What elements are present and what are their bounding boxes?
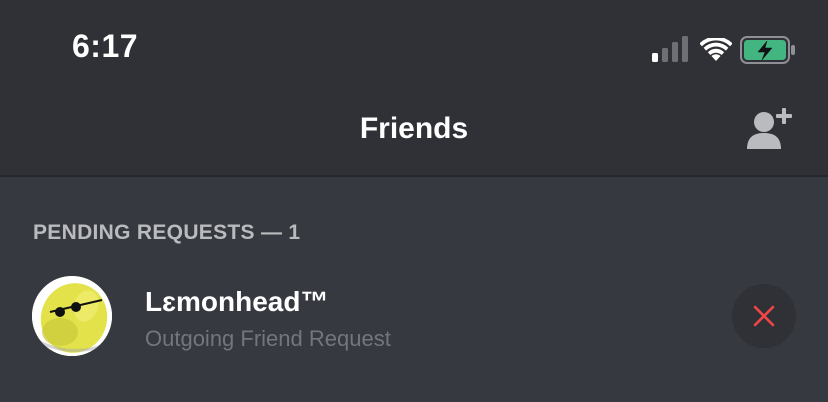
friends-screen: 6:17 Friends PENDING REQUESTS — 1 Lɛmonh… [0, 0, 828, 402]
pending-requests-header: PENDING REQUESTS — 1 [33, 221, 301, 244]
top-bar: 6:17 Friends [0, 0, 828, 175]
cancel-request-button[interactable] [732, 284, 796, 348]
header-divider [0, 175, 828, 177]
page-title: Friends [359, 112, 469, 145]
status-time: 6:17 [72, 28, 139, 64]
close-icon [753, 305, 775, 327]
request-status: Outgoing Friend Request [145, 326, 391, 351]
avatar [32, 276, 112, 356]
add-friend-icon[interactable] [744, 106, 796, 152]
wifi-icon [700, 38, 732, 61]
battery-charging-icon [740, 36, 795, 64]
signal-icon [652, 36, 688, 62]
list-item[interactable]: Lɛmonhead™ Outgoing Friend Request [0, 268, 828, 364]
username: Lɛmonhead™ [145, 286, 329, 317]
